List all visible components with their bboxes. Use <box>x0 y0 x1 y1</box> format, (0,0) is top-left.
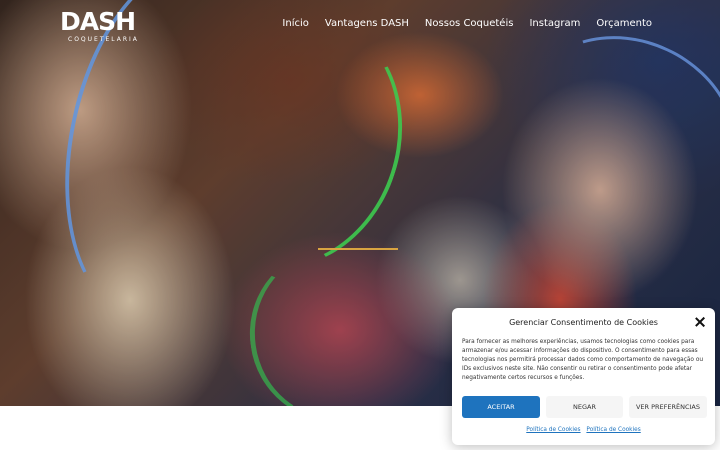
cookie-dialog-title: Gerenciar Consentimento de Cookies <box>509 318 658 327</box>
page: DASH COQUETELARIA Início Vantagens DASH … <box>0 0 720 450</box>
deny-button[interactable]: NEGAR <box>546 396 623 418</box>
view-preferences-button[interactable]: VER PREFERÊNCIAS <box>629 396 707 418</box>
cookie-policy-links: Política de Cookies Política de Cookies <box>452 427 715 433</box>
main-nav: Início Vantagens DASH Nossos Coquetéis I… <box>282 18 652 29</box>
logo-tagline: COQUETELARIA <box>68 36 139 43</box>
site-logo[interactable]: DASH COQUETELARIA <box>60 8 154 44</box>
accept-button[interactable]: ACEITAR <box>462 396 540 418</box>
nav-item-orcamento[interactable]: Orçamento <box>596 18 652 29</box>
nav-item-instagram[interactable]: Instagram <box>529 18 580 29</box>
nav-item-coqueteis[interactable]: Nossos Coquetéis <box>425 18 514 29</box>
nav-item-vantagens[interactable]: Vantagens DASH <box>325 18 409 29</box>
cookie-policy-link[interactable]: Política de Cookies <box>586 427 640 433</box>
close-icon[interactable] <box>694 316 706 328</box>
cookie-dialog-actions: ACEITAR NEGAR VER PREFERÊNCIAS <box>462 396 707 418</box>
cookie-consent-dialog: Gerenciar Consentimento de Cookies Para … <box>452 308 715 445</box>
logo-wordmark: DASH <box>60 7 136 36</box>
nav-item-inicio[interactable]: Início <box>282 18 308 29</box>
hero-divider <box>318 248 398 250</box>
cookie-dialog-text: Para fornecer as melhores experiências, … <box>462 339 704 381</box>
cookie-policy-link[interactable]: Política de Cookies <box>526 427 580 433</box>
